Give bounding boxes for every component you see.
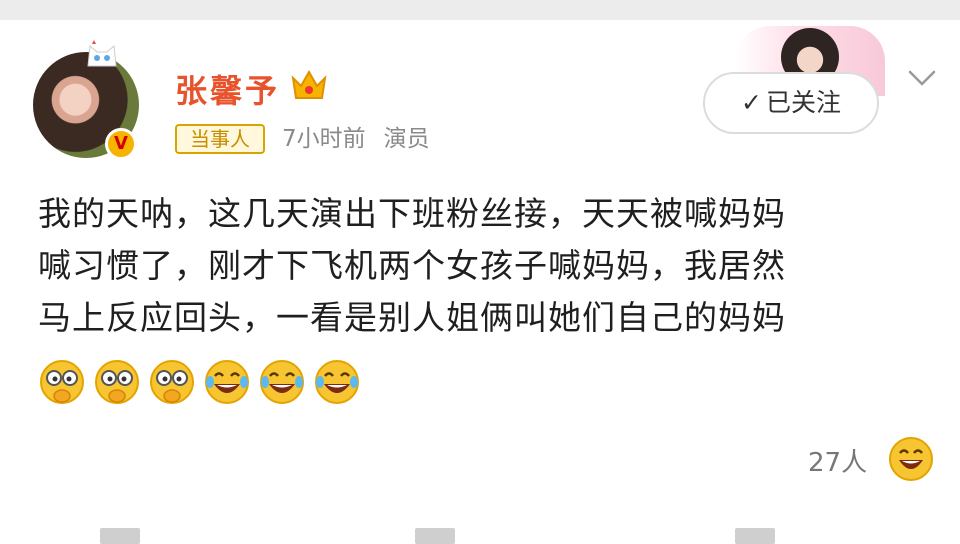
monocle-hand-emoji-icon (150, 360, 194, 404)
cat-frame-icon (87, 40, 117, 67)
check-icon: ✓ (741, 88, 762, 117)
post-line: 我的天呐，这几天演出下班粉丝接，天天被喊妈妈 (38, 194, 786, 233)
tag-badge: 当事人 (175, 124, 265, 154)
laugh-cry-emoji-icon (260, 360, 304, 404)
toolbar-hint (415, 528, 455, 544)
username[interactable]: 张馨予 (175, 66, 280, 112)
laugh-cry-emoji-icon (205, 360, 249, 404)
laugh-reaction-icon[interactable] (888, 436, 934, 482)
toolbar-hint (735, 528, 775, 544)
post-role: 演员 (383, 126, 430, 152)
toolbar-hint (100, 528, 140, 544)
verified-badge-icon: V (105, 128, 137, 160)
crown-icon (291, 69, 327, 99)
post-time: 7小时前 (282, 126, 366, 152)
post-line: 马上反应回头，一看是别人姐俩叫她们自己的妈妈 (38, 298, 786, 337)
monocle-hand-emoji-icon (40, 360, 84, 404)
reaction-count[interactable]: 27人 (808, 442, 867, 479)
post-line: 喊习惯了，刚才下飞机两个女孩子喊妈妈，我居然 (38, 246, 786, 285)
avatar[interactable]: V (33, 40, 139, 160)
follow-button[interactable]: ✓ 已关注 (703, 72, 879, 134)
chevron-down-icon[interactable] (906, 68, 938, 88)
post-text: 我的天呐，这几天演出下班粉丝接，天天被喊妈妈 喊习惯了，刚才下飞机两个女孩子喊妈… (38, 188, 918, 344)
laugh-cry-emoji-icon (315, 360, 359, 404)
monocle-hand-emoji-icon (95, 360, 139, 404)
top-bar (0, 0, 960, 20)
post-meta: 7小时前 演员 (282, 124, 430, 154)
follow-label: 已关注 (765, 88, 841, 117)
